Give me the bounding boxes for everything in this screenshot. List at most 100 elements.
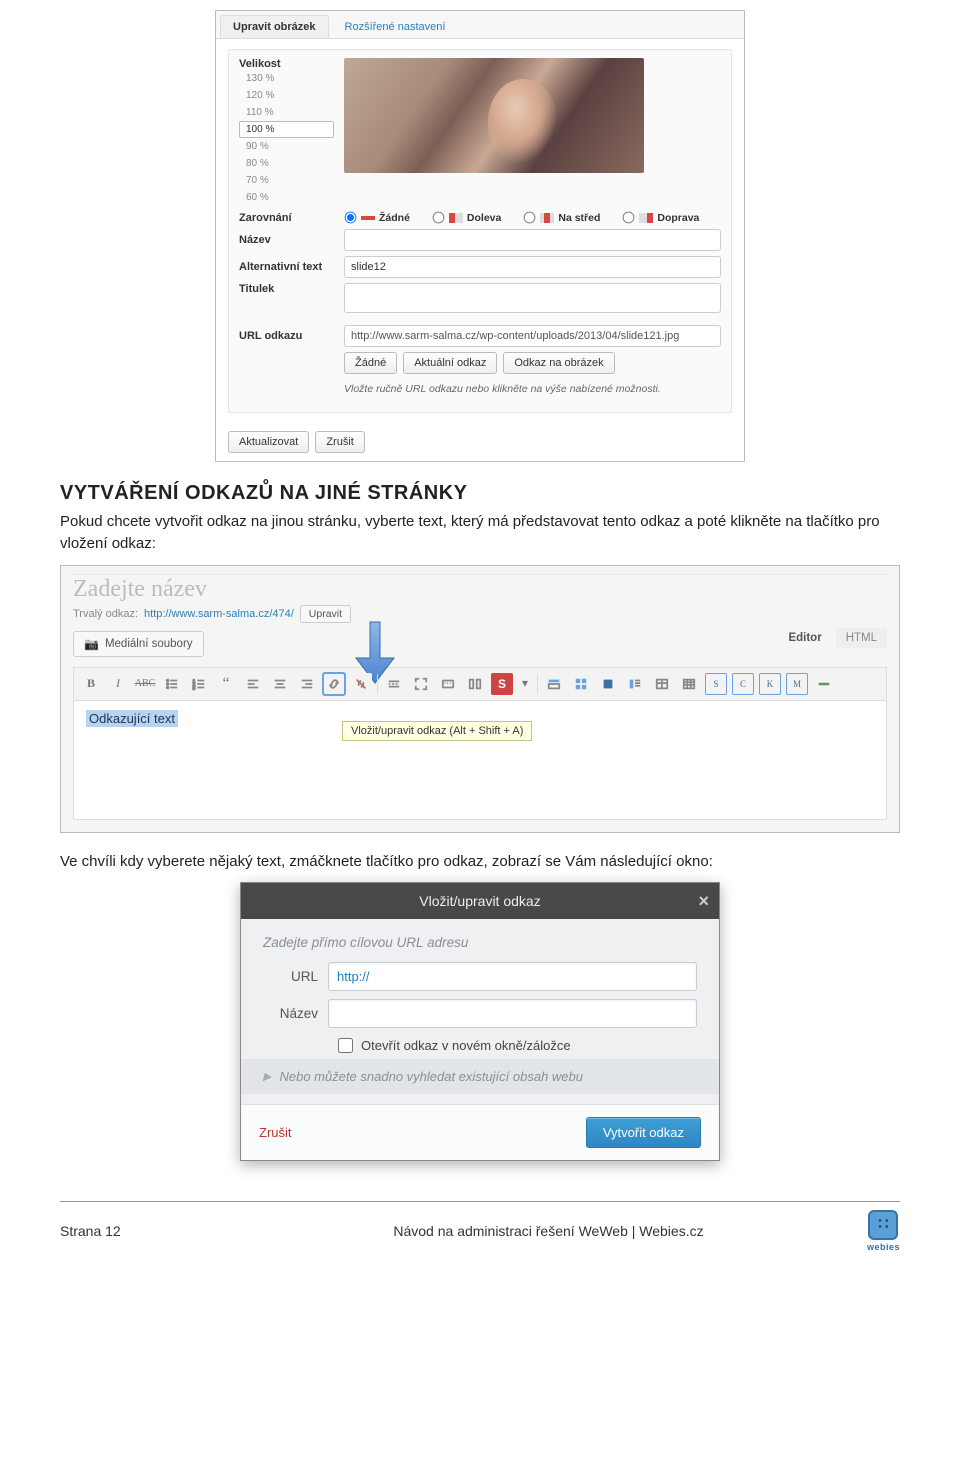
insert-link-icon[interactable]	[323, 673, 345, 695]
expand-icon[interactable]: ▶	[263, 1070, 271, 1083]
tab-edit-image[interactable]: Upravit obrázek	[220, 15, 329, 38]
link-tooltip: Vložit/upravit odkaz (Alt + Shift + A)	[342, 721, 532, 741]
bold-icon[interactable]: B	[80, 673, 102, 695]
section-heading: VYTVÁŘENÍ ODKAZŮ NA JINÉ STRÁNKY	[60, 482, 900, 505]
tab-advanced-settings[interactable]: Rozšířené nastavení	[332, 15, 459, 38]
box-k-icon[interactable]: K	[759, 673, 781, 695]
fullscreen-icon[interactable]	[410, 673, 432, 695]
search-existing-hint[interactable]: Nebo můžete snadno vyhledat existující o…	[279, 1069, 583, 1084]
align-none-label: Žádné	[379, 212, 410, 224]
permalink-label: Trvalý odkaz:	[73, 608, 138, 620]
url-field[interactable]	[328, 962, 697, 991]
page-footer: Strana 12 Návod na administraci řešení W…	[60, 1201, 900, 1252]
image-preview	[344, 58, 644, 173]
size-label: Velikost	[239, 58, 334, 70]
caption-input[interactable]	[344, 283, 721, 313]
bullet-list-icon[interactable]	[161, 673, 183, 695]
blockquote-icon[interactable]: “	[215, 673, 237, 695]
section-paragraph-1: Pokud chcete vytvořit odkaz na jinou str…	[60, 511, 900, 555]
align-left-icon[interactable]	[242, 673, 264, 695]
dialog-tabs: Upravit obrázek Rozšířené nastavení	[216, 11, 744, 39]
url-field-label: URL	[263, 969, 318, 984]
box-m-icon[interactable]: M	[786, 673, 808, 695]
align-left-label: Doleva	[467, 212, 501, 224]
close-icon[interactable]: ×	[698, 891, 709, 912]
editor-toolbar: B I ABC 123 “ S ▾ S C K M	[73, 667, 887, 700]
url-current-button[interactable]: Aktuální odkaz	[403, 352, 497, 374]
align-none[interactable]: Žádné	[344, 211, 410, 224]
size-option[interactable]: 130 %	[239, 70, 334, 87]
hr-icon[interactable]	[813, 673, 835, 695]
page-number: Strana 12	[60, 1223, 230, 1239]
editor-canvas[interactable]: Vložit/upravit odkaz (Alt + Shift + A) O…	[73, 700, 887, 820]
alt-label: Alternativní text	[239, 261, 334, 273]
layout-1-icon[interactable]	[543, 673, 565, 695]
size-option-selected[interactable]: 100 %	[239, 121, 334, 138]
tab-visual[interactable]: Editor	[778, 628, 831, 648]
table-2-icon[interactable]	[678, 673, 700, 695]
url-hint: Vložte ručně URL odkazu nebo klikněte na…	[344, 383, 661, 395]
svg-text:3: 3	[193, 685, 196, 690]
shortcode-icon[interactable]: S	[491, 673, 513, 695]
post-title-input[interactable]: Zadejte název	[73, 574, 887, 601]
footer-title: Návod na administraci řešení WeWeb | Web…	[230, 1223, 867, 1239]
caption-label: Titulek	[239, 283, 334, 295]
size-option[interactable]: 80 %	[239, 155, 334, 172]
url-input[interactable]	[344, 325, 721, 347]
new-window-label: Otevřít odkaz v novém okně/záložce	[361, 1038, 571, 1053]
box-c-icon[interactable]: C	[732, 673, 754, 695]
align-left[interactable]: Doleva	[432, 211, 501, 224]
size-option[interactable]: 70 %	[239, 172, 334, 189]
layout-2-icon[interactable]	[570, 673, 592, 695]
columns-icon[interactable]	[464, 673, 486, 695]
box-s-icon[interactable]: S	[705, 673, 727, 695]
layout-4-icon[interactable]	[624, 673, 646, 695]
new-window-checkbox[interactable]: Otevřít odkaz v novém okně/záložce	[338, 1038, 697, 1053]
brand-logo: webies	[867, 1210, 900, 1252]
url-none-button[interactable]: Žádné	[344, 352, 397, 374]
strikethrough-icon[interactable]: ABC	[134, 673, 156, 695]
dialog-instruction: Zadejte přímo cílovou URL adresu	[263, 935, 697, 950]
cancel-button[interactable]: Zrušit	[315, 431, 365, 453]
create-link-button[interactable]: Vytvořit odkaz	[586, 1117, 701, 1148]
url-image-button[interactable]: Odkaz na obrázek	[503, 352, 614, 374]
camera-icon	[84, 637, 99, 651]
name-label: Název	[239, 234, 334, 246]
align-center[interactable]: Na střed	[523, 211, 600, 224]
align-right[interactable]: Doprava	[622, 211, 699, 224]
name-field[interactable]	[328, 999, 697, 1028]
align-right-icon[interactable]	[296, 673, 318, 695]
insert-link-dialog: Vložit/upravit odkaz × Zadejte přímo cíl…	[240, 882, 720, 1161]
numbered-list-icon[interactable]: 123	[188, 673, 210, 695]
media-files-button[interactable]: Mediální soubory	[73, 631, 204, 657]
size-option[interactable]: 110 %	[239, 104, 334, 121]
cancel-link[interactable]: Zrušit	[259, 1125, 292, 1140]
table-1-icon[interactable]	[651, 673, 673, 695]
dialog-title: Vložit/upravit odkaz	[419, 893, 540, 909]
italic-icon[interactable]: I	[107, 673, 129, 695]
section-paragraph-2: Ve chvíli kdy vyberete nějaký text, zmáč…	[60, 851, 900, 873]
toolbar-separator	[537, 674, 538, 694]
more-icon[interactable]	[383, 673, 405, 695]
name-input[interactable]	[344, 229, 721, 251]
size-option[interactable]: 90 %	[239, 138, 334, 155]
size-option[interactable]: 60 %	[239, 189, 334, 206]
save-button[interactable]: Aktualizovat	[228, 431, 309, 453]
url-label: URL odkazu	[239, 330, 334, 342]
editor-screenshot: Zadejte název Trvalý odkaz: http://www.s…	[60, 565, 900, 833]
tab-html[interactable]: HTML	[836, 628, 887, 648]
selected-text: Odkazující text	[86, 710, 178, 727]
align-center-label: Na střed	[558, 212, 600, 224]
alt-input[interactable]	[344, 256, 721, 278]
size-options: 130 % 120 % 110 % 100 % 90 % 80 % 70 % 6…	[239, 70, 334, 206]
align-right-label: Doprava	[657, 212, 699, 224]
keyboard-icon[interactable]	[437, 673, 459, 695]
unlink-icon[interactable]	[350, 673, 372, 695]
permalink-url[interactable]: http://www.sarm-salma.cz/474/	[144, 608, 294, 620]
dropdown-icon[interactable]: ▾	[518, 673, 532, 695]
brand-name: webies	[867, 1242, 900, 1252]
size-option[interactable]: 120 %	[239, 87, 334, 104]
align-center-icon[interactable]	[269, 673, 291, 695]
permalink-edit-button[interactable]: Upravit	[300, 605, 351, 623]
layout-3-icon[interactable]	[597, 673, 619, 695]
